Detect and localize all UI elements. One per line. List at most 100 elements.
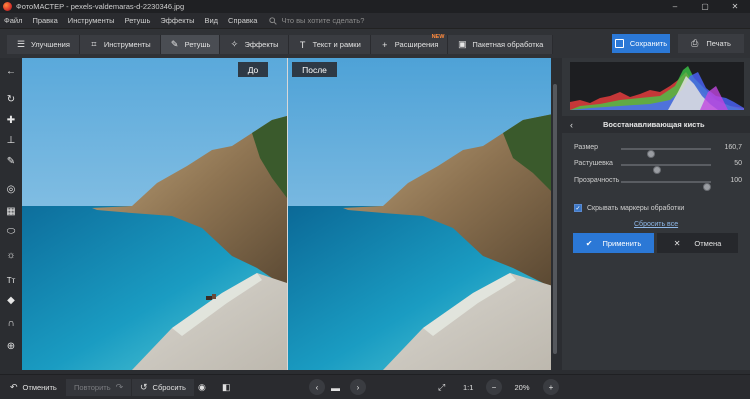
tab-label: Текст и рамки xyxy=(312,40,361,49)
reset-label: Сбросить xyxy=(152,383,186,392)
next-image-button[interactable]: › xyxy=(350,379,366,395)
size-slider[interactable] xyxy=(621,148,711,158)
bandage-icon[interactable]: ✚ xyxy=(3,112,19,128)
right-panel: ‹ Восстанавливающая кисть Размер 160,7 Р… xyxy=(562,58,750,370)
text-tool-icon[interactable]: Tт xyxy=(3,272,19,288)
close-button[interactable]: ✕ xyxy=(720,0,750,13)
apply-label: Применить xyxy=(602,238,642,248)
redo-button[interactable]: Повторить ↷ xyxy=(66,379,132,396)
undo-button[interactable]: ↶ Отменить xyxy=(10,379,57,396)
vignette-icon[interactable]: ⬭ xyxy=(3,223,19,239)
target-brush-icon[interactable]: ◎ xyxy=(3,181,19,197)
save-disk-icon xyxy=(614,39,624,48)
back-arrow-icon[interactable]: ← xyxy=(3,63,19,79)
after-label: После xyxy=(292,62,337,77)
menu-file[interactable]: Файл xyxy=(4,16,22,25)
menu-tools[interactable]: Инструменты xyxy=(68,16,115,25)
menu-effects[interactable]: Эффекты xyxy=(160,16,194,25)
check-icon: ✔ xyxy=(585,238,593,248)
apply-button[interactable]: ✔ Применить xyxy=(573,233,654,253)
scrollbar-thumb[interactable] xyxy=(553,84,557,354)
app-logo-icon xyxy=(3,2,12,11)
sun-icon[interactable]: ☼ xyxy=(3,247,19,263)
command-search[interactable]: Что вы хотите сделать? xyxy=(269,16,364,25)
fill-icon[interactable]: ◆ xyxy=(3,292,19,308)
cancel-button[interactable]: ✕ Отмена xyxy=(657,233,738,253)
fit-screen-icon: ⤢ xyxy=(438,382,446,392)
menu-retouch[interactable]: Ретушь xyxy=(125,16,151,25)
window-controls: – ▢ ✕ xyxy=(660,0,750,13)
reset-all-link[interactable]: Сбросить все xyxy=(634,221,678,228)
print-label: Печать xyxy=(706,39,731,48)
brush-icon[interactable]: ✎ xyxy=(3,153,19,169)
tab-text-frames[interactable]: T Текст и рамки xyxy=(288,35,371,54)
zoom-in-button[interactable]: + xyxy=(543,379,559,395)
reset-button[interactable]: ↺ Сбросить xyxy=(132,379,194,396)
stamp-icon[interactable]: ⊥ xyxy=(3,132,19,148)
menu-edit[interactable]: Правка xyxy=(32,16,57,25)
tab-tools[interactable]: ⌗ Инструменты xyxy=(79,35,161,54)
search-placeholder: Что вы хотите сделать? xyxy=(281,16,365,25)
preview-toggle-button[interactable]: ◉ xyxy=(198,379,211,396)
tab-label: Инструменты xyxy=(103,40,151,49)
histogram xyxy=(570,62,744,110)
split-view-icon: ◧ xyxy=(222,382,231,392)
gradient-icon[interactable]: ▦ xyxy=(3,203,19,219)
save-button[interactable]: Сохранить xyxy=(612,34,670,53)
left-tool-rail: ← ↻ ✚ ⊥ ✎ ◎ ▦ ⬭ ☼ Tт ◆ ∩ ⊕ xyxy=(0,58,22,370)
open-folder-button[interactable]: ▬ xyxy=(331,379,345,396)
tab-label: Эффекты xyxy=(244,40,279,49)
slider-knob[interactable] xyxy=(647,150,656,158)
tab-extensions[interactable]: + Расширения NEW xyxy=(370,34,449,54)
rotate-icon[interactable]: ↻ xyxy=(3,91,19,107)
tab-batch[interactable]: ▣ Пакетная обработка xyxy=(448,35,554,54)
fit-screen-button[interactable]: ⤢ xyxy=(438,379,450,396)
sparkle-icon: ✧ xyxy=(230,39,239,49)
search-icon xyxy=(269,16,278,25)
slider-knob[interactable] xyxy=(703,183,711,191)
new-badge: NEW xyxy=(431,34,445,40)
crop-icon: ⌗ xyxy=(91,39,97,49)
photo-canvas[interactable] xyxy=(22,58,559,370)
tab-enhancements[interactable]: ☰ Улучшения xyxy=(7,35,80,54)
zoom-100-button[interactable]: 1:1 xyxy=(463,379,473,396)
menu-help[interactable]: Справка xyxy=(228,16,257,25)
tab-effects[interactable]: ✧ Эффекты xyxy=(220,35,289,54)
printer-icon: ⎙ xyxy=(691,38,699,48)
feather-slider[interactable] xyxy=(621,164,711,174)
tab-retouch[interactable]: ✎ Ретушь xyxy=(160,35,221,54)
slider-value: 50 xyxy=(734,160,742,167)
eye-icon: ◉ xyxy=(198,382,206,392)
tab-label: Пакетная обработка xyxy=(472,40,544,49)
slider-knob[interactable] xyxy=(653,166,662,174)
checkmark-icon[interactable]: ✓ xyxy=(574,204,582,212)
opacity-slider[interactable] xyxy=(621,181,711,191)
brush-icon: ✎ xyxy=(170,39,179,49)
aperture-icon[interactable]: ⊕ xyxy=(3,338,19,354)
tab-label: Улучшения xyxy=(31,40,70,49)
menu-view[interactable]: Вид xyxy=(204,16,218,25)
save-label: Сохранить xyxy=(629,39,668,48)
folder-icon: ▬ xyxy=(331,382,340,393)
minimize-button[interactable]: – xyxy=(660,0,690,13)
size-slider-row: Размер 160,7 xyxy=(574,143,742,158)
magnet-icon[interactable]: ∩ xyxy=(3,315,19,331)
prev-image-button[interactable]: ‹ xyxy=(309,379,325,395)
tool-panel-header: ‹ Восстанавливающая кисть xyxy=(562,116,750,133)
close-icon: ✕ xyxy=(673,238,681,248)
compare-button[interactable]: ◧ xyxy=(222,379,236,396)
undo-label: Отменить xyxy=(22,383,57,392)
slider-value: 100 xyxy=(730,177,742,184)
before-photo xyxy=(22,58,287,370)
cancel-label: Отмена xyxy=(694,238,722,248)
hide-markers-checkbox[interactable]: ✓ Скрывать маркеры обработки xyxy=(574,204,684,212)
plus-icon: + xyxy=(382,39,388,50)
panel-back-icon[interactable]: ‹ xyxy=(570,120,573,130)
sliders-icon: ☰ xyxy=(16,39,26,49)
print-button[interactable]: ⎙ Печать xyxy=(678,34,744,53)
zoom-out-button[interactable]: − xyxy=(486,379,502,395)
slider-label: Растушевка xyxy=(574,160,613,167)
maximize-button[interactable]: ▢ xyxy=(690,0,720,13)
bottom-bar: ↶ Отменить Повторить ↷ ↺ Сбросить ◉ ◧ ‹ … xyxy=(0,374,750,399)
canvas-scrollbar[interactable] xyxy=(551,58,559,370)
